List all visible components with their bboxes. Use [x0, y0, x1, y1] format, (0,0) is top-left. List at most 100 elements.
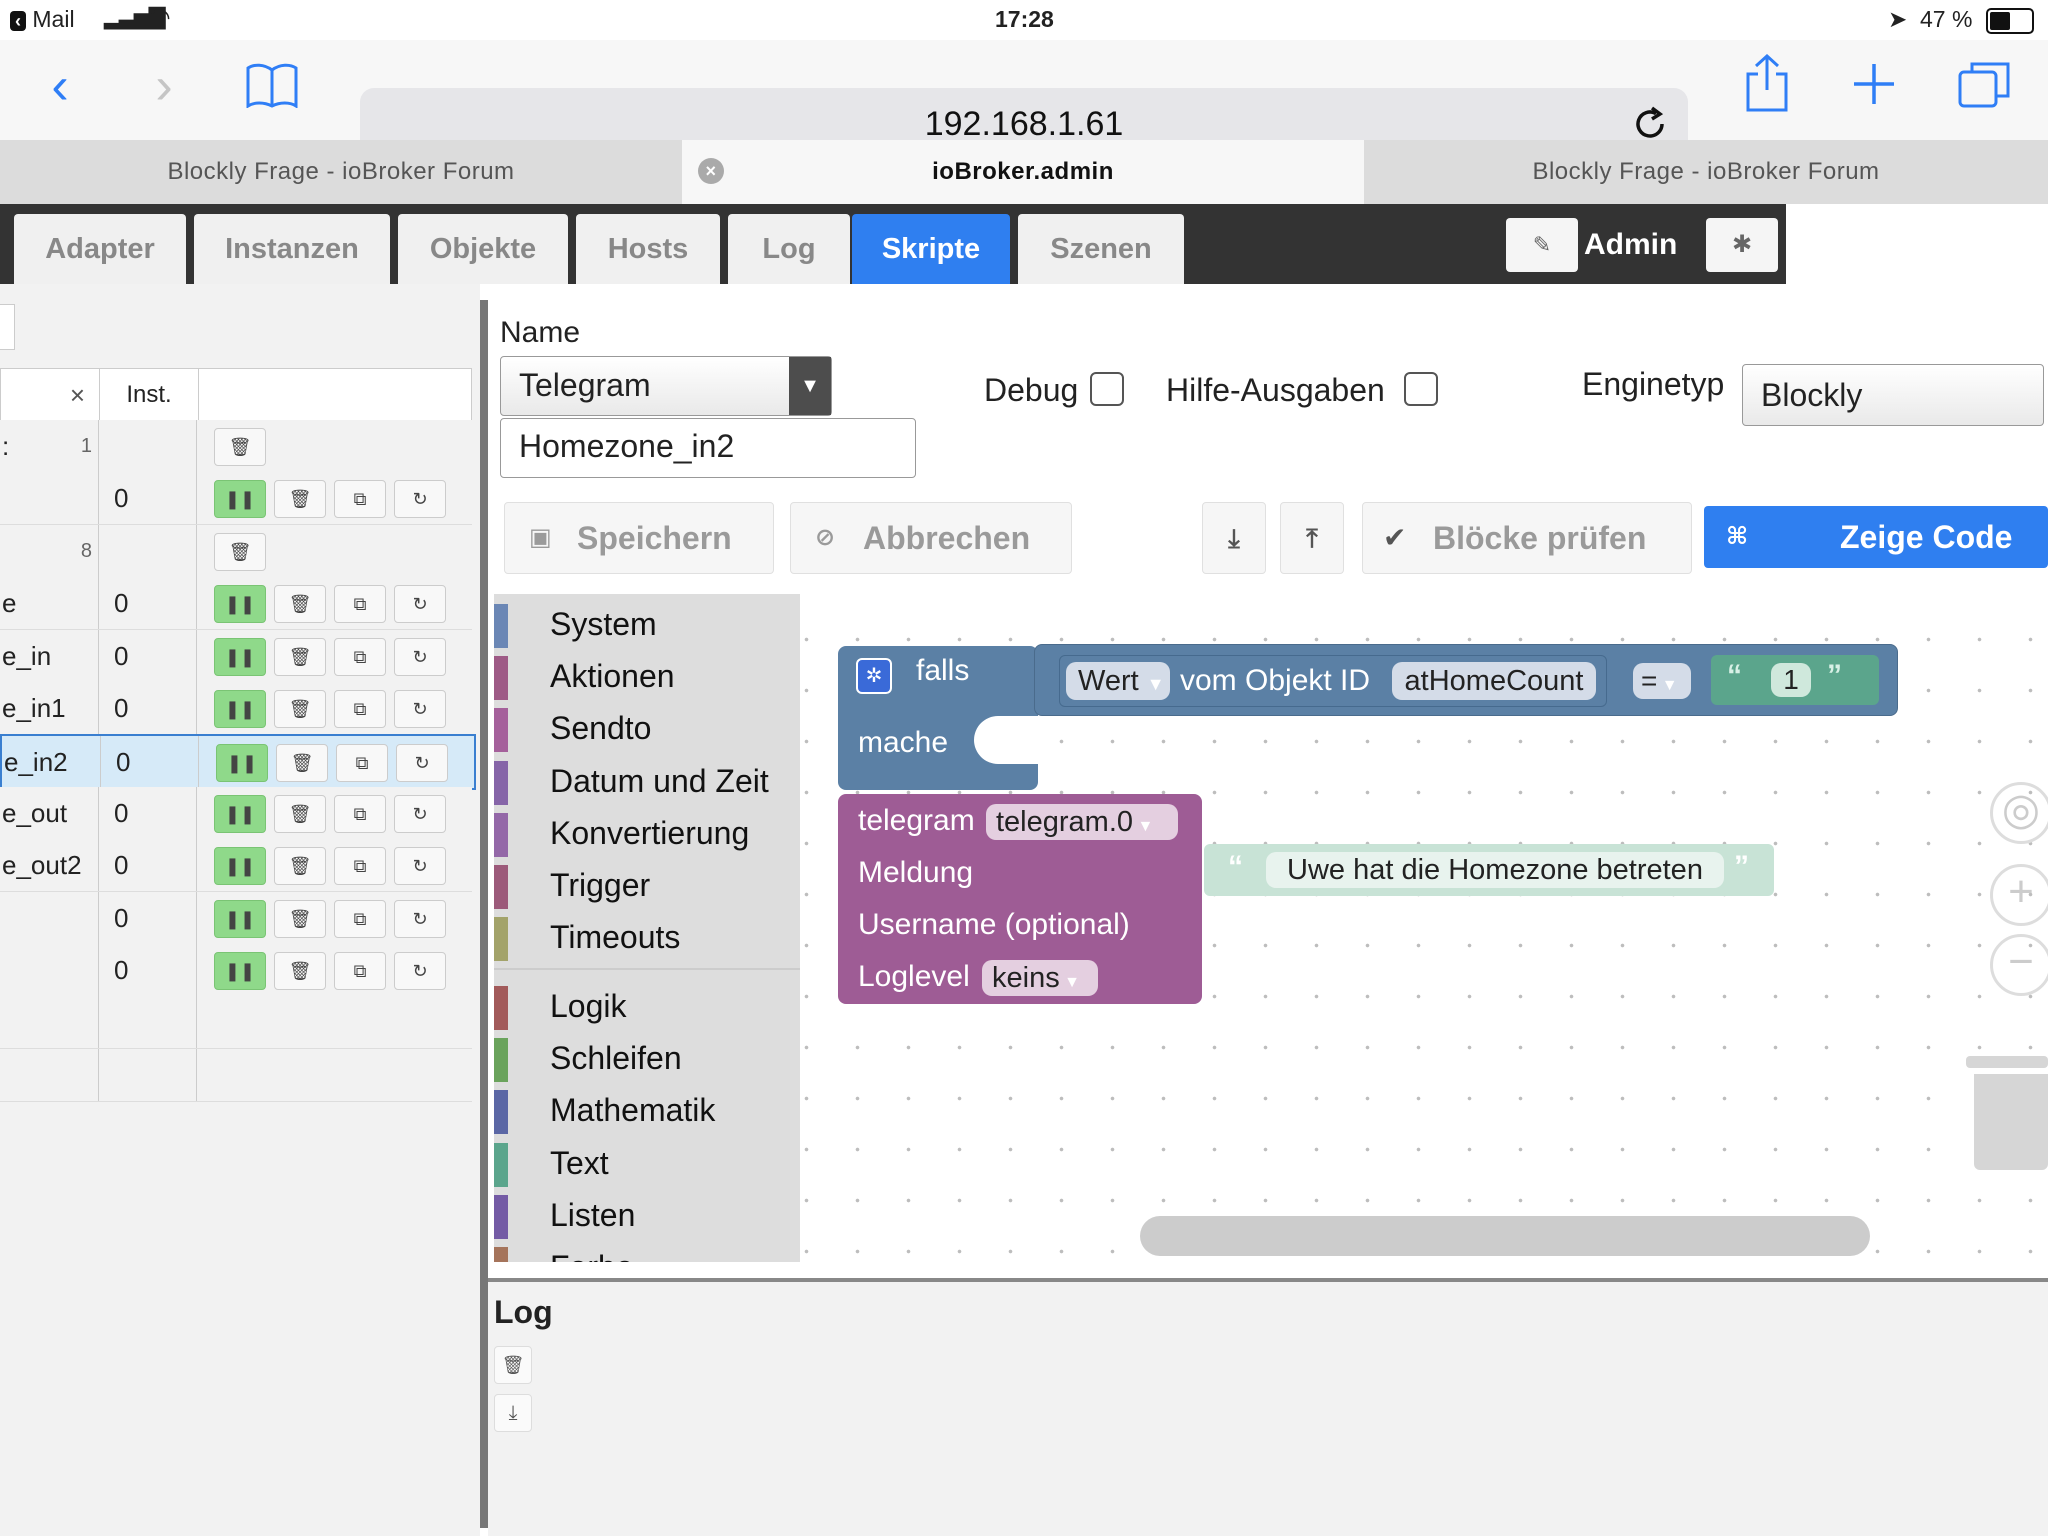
zoom-in-icon[interactable]: +: [1990, 864, 2048, 926]
toolbox-category[interactable]: Konvertierung: [494, 807, 800, 859]
toolbox-category[interactable]: Datum und Zeit: [494, 755, 800, 807]
edit-pencil-icon[interactable]: ✎: [1506, 218, 1578, 272]
gear-icon[interactable]: ✲: [856, 658, 892, 694]
pause-icon[interactable]: ❚❚: [214, 952, 266, 990]
toolbox-category[interactable]: Mathematik: [494, 1084, 800, 1136]
forward-icon[interactable]: ›: [134, 50, 194, 122]
copy-icon[interactable]: ⧉: [334, 585, 386, 624]
cancel-button[interactable]: ⊘ Abbrechen: [790, 502, 1072, 574]
toolbox-category[interactable]: Text: [494, 1137, 800, 1189]
debug-checkbox[interactable]: [1090, 372, 1124, 406]
tab-log[interactable]: Log: [728, 214, 850, 284]
restart-icon[interactable]: ↻: [394, 690, 446, 728]
tab-szenen[interactable]: Szenen: [1018, 214, 1184, 284]
toolbox-category[interactable]: Farbe: [494, 1241, 800, 1262]
restart-icon[interactable]: ↻: [394, 480, 446, 519]
download-log-icon[interactable]: ⤓: [494, 1394, 532, 1432]
delete-trash-icon[interactable]: 🗑: [274, 637, 326, 676]
table-row[interactable]: e 0 ❚❚ 🗑 ⧉ ↻: [0, 577, 472, 631]
copy-icon[interactable]: ⧉: [334, 847, 386, 886]
tabs-overview-icon[interactable]: [1958, 60, 2010, 113]
copy-icon[interactable]: ⧉: [336, 744, 388, 783]
text-value-block[interactable]: “ 1 ”: [1711, 655, 1879, 705]
folder-select[interactable]: Telegram ▼: [500, 356, 832, 416]
help-output-checkbox[interactable]: [1404, 372, 1438, 406]
pause-icon[interactable]: ❚❚: [214, 899, 266, 938]
pause-icon[interactable]: ❚❚: [214, 690, 266, 728]
pause-icon[interactable]: ❚❚: [214, 847, 266, 886]
delete-trash-icon[interactable]: 🗑: [214, 532, 266, 571]
folder-row[interactable]: :1 🗑: [0, 420, 472, 473]
copy-icon[interactable]: ⧉: [334, 952, 386, 990]
pause-icon[interactable]: ❚❚: [216, 744, 268, 783]
restart-icon[interactable]: ↻: [394, 637, 446, 676]
pause-icon[interactable]: ❚❚: [214, 585, 266, 624]
tab-hosts[interactable]: Hosts: [576, 214, 720, 284]
table-row[interactable]: 0 ❚❚ 🗑 ⧉ ↻: [0, 944, 472, 997]
restart-icon[interactable]: ↻: [394, 899, 446, 938]
show-code-button[interactable]: ⌘ Zeige Code: [1704, 506, 2048, 568]
copy-icon[interactable]: ⧉: [334, 637, 386, 676]
folder-row[interactable]: 8 🗑: [0, 524, 472, 578]
delete-trash-icon[interactable]: 🗑: [274, 847, 326, 886]
table-row[interactable]: 0 ❚❚ 🗑 ⧉ ↻: [0, 891, 472, 945]
copy-icon[interactable]: ⧉: [334, 690, 386, 728]
delete-trash-icon[interactable]: 🗑: [274, 794, 326, 833]
script-name-input[interactable]: Homezone_in2: [500, 418, 916, 478]
message-text-block[interactable]: “ Uwe hat die Homezone betreten ”: [1204, 844, 1774, 896]
toolbox-category[interactable]: Timeouts: [494, 911, 800, 963]
pause-icon[interactable]: ❚❚: [214, 480, 266, 519]
compare-value-field[interactable]: 1: [1771, 663, 1811, 697]
pause-icon[interactable]: ❚❚: [214, 794, 266, 833]
back-icon[interactable]: ‹: [30, 50, 90, 122]
clear-log-trash-icon[interactable]: 🗑: [494, 1346, 532, 1384]
bookmarks-icon[interactable]: [246, 62, 298, 109]
admin-user[interactable]: Admin: [1584, 218, 1677, 272]
clear-filter-icon[interactable]: ×: [1, 369, 100, 421]
copy-icon[interactable]: ⧉: [334, 794, 386, 833]
delete-trash-icon[interactable]: 🗑: [274, 690, 326, 728]
table-row[interactable]: [0, 1048, 472, 1102]
back-to-app[interactable]: ‹ Mail: [10, 6, 75, 33]
operator-dropdown[interactable]: = ▼: [1633, 663, 1691, 699]
toolbox-category[interactable]: Aktionen: [494, 650, 800, 702]
get-value-block[interactable]: Wert ▼ vom Objekt ID atHomeCount: [1059, 655, 1607, 707]
blockly-workspace[interactable]: ✲ falls mache Wert ▼ vom Objekt ID atHom…: [800, 594, 2048, 1256]
import-icon[interactable]: ⤒: [1280, 502, 1344, 574]
recenter-icon[interactable]: ◎: [1990, 782, 2048, 844]
browser-tab-forum-1[interactable]: Blockly Frage - ioBroker Forum: [0, 140, 682, 204]
delete-trash-icon[interactable]: 🗑: [274, 899, 326, 938]
table-row[interactable]: e_out 0 ❚❚ 🗑 ⧉ ↻: [0, 786, 472, 840]
check-blocks-button[interactable]: ✔ Blöcke prüfen: [1362, 502, 1692, 574]
delete-trash-icon[interactable]: 🗑: [274, 952, 326, 990]
telegram-block[interactable]: telegram telegram.0 ▼ Meldung Username (…: [838, 794, 1202, 1004]
toolbox-category[interactable]: Listen: [494, 1189, 800, 1241]
toolbox-category[interactable]: Sendto: [494, 702, 800, 754]
table-row[interactable]: e_out2 0 ❚❚ 🗑 ⧉ ↻: [0, 839, 472, 893]
toolbox-category[interactable]: Trigger: [494, 859, 800, 911]
telegram-instance-dropdown[interactable]: telegram.0 ▼: [986, 804, 1178, 840]
restart-icon[interactable]: ↻: [394, 952, 446, 990]
settings-gear-icon[interactable]: ✱: [1706, 218, 1778, 272]
table-row[interactable]: e_in2 0 ❚❚ 🗑 ⧉ ↻: [0, 734, 476, 791]
share-icon[interactable]: [1744, 53, 1790, 117]
new-tab-icon[interactable]: [1852, 62, 1896, 111]
toolbox-category[interactable]: Logik: [494, 980, 800, 1032]
object-id-field[interactable]: atHomeCount: [1392, 662, 1596, 700]
trash-icon[interactable]: [1966, 1056, 2048, 1170]
browser-tab-forum-2[interactable]: Blockly Frage - ioBroker Forum: [1364, 140, 2048, 204]
restart-icon[interactable]: ↻: [394, 794, 446, 833]
compare-block[interactable]: Wert ▼ vom Objekt ID atHomeCount = ▼ “ 1…: [1034, 644, 1898, 716]
save-button[interactable]: ▣ Speichern: [504, 502, 774, 574]
tab-adapter[interactable]: Adapter: [14, 214, 186, 284]
export-icon[interactable]: ⤓: [1202, 502, 1266, 574]
close-tab-icon[interactable]: ×: [698, 158, 724, 184]
table-row[interactable]: e_in1 0 ❚❚ 🗑 ⧉ ↻: [0, 682, 472, 735]
tab-skripte[interactable]: Skripte: [852, 214, 1010, 284]
copy-icon[interactable]: ⧉: [334, 899, 386, 938]
delete-trash-icon[interactable]: 🗑: [276, 744, 328, 783]
filter-input-edge[interactable]: [0, 304, 15, 350]
restart-icon[interactable]: ↻: [394, 585, 446, 624]
delete-trash-icon[interactable]: 🗑: [214, 428, 266, 466]
if-block[interactable]: ✲ falls mache: [838, 646, 1038, 790]
